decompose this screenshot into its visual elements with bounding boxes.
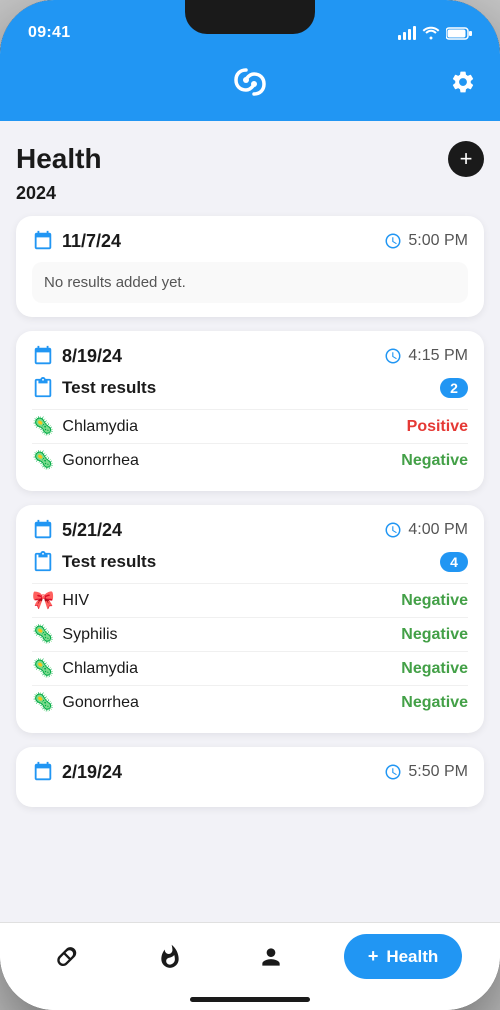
nav-item-pill[interactable]	[38, 935, 98, 979]
test-name-gonorrhea-2: 🦠 Gonorrhea	[32, 692, 139, 713]
card-date-2: 8/19/24	[32, 345, 122, 367]
status-icons	[398, 26, 472, 40]
settings-button[interactable]	[450, 69, 476, 101]
app-header	[0, 54, 500, 121]
page-header: Health +	[16, 141, 484, 177]
test-row-chlamydia-2: 🦠 Chlamydia Negative	[32, 651, 468, 685]
record-card-3: 5/21/24 4:00 PM Test results	[16, 505, 484, 733]
record-card-2: 8/19/24 4:15 PM Test results	[16, 331, 484, 491]
result-hiv: Negative	[401, 592, 468, 610]
result-gonorrhea-2: Negative	[401, 694, 468, 712]
germ-icon-chlamydia-1: 🦠	[32, 416, 54, 437]
germ-icon-chlamydia-2: 🦠	[32, 658, 54, 679]
wifi-icon	[422, 26, 440, 40]
germ-icon-syphilis: 🦠	[32, 624, 54, 645]
page-title: Health	[16, 143, 102, 175]
clipboard-icon-3	[32, 551, 54, 573]
test-name-syphilis: 🦠 Syphilis	[32, 624, 118, 645]
card-date-1: 11/7/24	[32, 230, 121, 252]
health-plus-icon: +	[368, 946, 379, 967]
result-chlamydia-2: Negative	[401, 660, 468, 678]
test-name-hiv: 🎀 HIV	[32, 590, 89, 611]
card-header-2: 8/19/24 4:15 PM	[32, 345, 468, 367]
card-header-4: 2/19/24 5:50 PM	[32, 761, 468, 783]
section-label-3: Test results	[32, 551, 156, 573]
calendar-icon-1	[32, 230, 54, 252]
no-results-1: No results added yet.	[32, 262, 468, 303]
badge-2: 2	[440, 378, 468, 398]
test-row-gonorrhea-2: 🦠 Gonorrhea Negative	[32, 685, 468, 719]
card-time-2: 4:15 PM	[384, 347, 468, 365]
health-button[interactable]: + Health	[344, 934, 462, 979]
test-row-hiv: 🎀 HIV Negative	[32, 583, 468, 617]
app-logo	[226, 64, 274, 105]
clock-icon-4	[384, 763, 402, 781]
notch	[185, 0, 315, 34]
germ-icon-gonorrhea-2: 🦠	[32, 692, 54, 713]
section-row-3: Test results 4	[32, 551, 468, 573]
health-button-label: Health	[386, 947, 438, 967]
nav-item-flame[interactable]	[141, 935, 199, 979]
section-row-2: Test results 2	[32, 377, 468, 399]
card-date-4: 2/19/24	[32, 761, 122, 783]
calendar-icon-3	[32, 519, 54, 541]
card-time-3: 4:00 PM	[384, 521, 468, 539]
year-label: 2024	[16, 183, 484, 204]
signal-icon	[398, 26, 416, 40]
badge-3: 4	[440, 552, 468, 572]
result-chlamydia-1: Positive	[407, 418, 468, 436]
calendar-icon-2	[32, 345, 54, 367]
person-icon	[258, 943, 284, 971]
card-header-3: 5/21/24 4:00 PM	[32, 519, 468, 541]
result-syphilis: Negative	[401, 626, 468, 644]
ribbon-icon-hiv: 🎀	[32, 590, 54, 611]
status-time: 09:41	[28, 24, 70, 42]
result-gonorrhea-1: Negative	[401, 452, 468, 470]
card-time-4: 5:50 PM	[384, 763, 468, 781]
home-indicator	[190, 997, 310, 1002]
nav-item-person[interactable]	[242, 935, 300, 979]
test-row-syphilis: 🦠 Syphilis Negative	[32, 617, 468, 651]
clock-icon-3	[384, 521, 402, 539]
pill-icon	[54, 943, 82, 971]
clipboard-icon-2	[32, 377, 54, 399]
test-name-chlamydia-2: 🦠 Chlamydia	[32, 658, 138, 679]
card-time-1: 5:00 PM	[384, 232, 468, 250]
flame-icon	[157, 943, 183, 971]
test-name-chlamydia-1: 🦠 Chlamydia	[32, 416, 138, 437]
clock-icon-1	[384, 232, 402, 250]
test-name-gonorrhea-1: 🦠 Gonorrhea	[32, 450, 139, 471]
card-date-3: 5/21/24	[32, 519, 122, 541]
card-header-1: 11/7/24 5:00 PM	[32, 230, 468, 252]
add-button[interactable]: +	[448, 141, 484, 177]
calendar-icon-4	[32, 761, 54, 783]
main-content: Health + 2024 11/7/24	[0, 121, 500, 1010]
test-row-chlamydia-1: 🦠 Chlamydia Positive	[32, 409, 468, 443]
section-label-2: Test results	[32, 377, 156, 399]
record-card-1: 11/7/24 5:00 PM No results added yet.	[16, 216, 484, 317]
clock-icon-2	[384, 347, 402, 365]
battery-icon	[446, 27, 472, 40]
test-row-gonorrhea-1: 🦠 Gonorrhea Negative	[32, 443, 468, 477]
record-card-4: 2/19/24 5:50 PM	[16, 747, 484, 807]
germ-icon-gonorrhea-1: 🦠	[32, 450, 54, 471]
